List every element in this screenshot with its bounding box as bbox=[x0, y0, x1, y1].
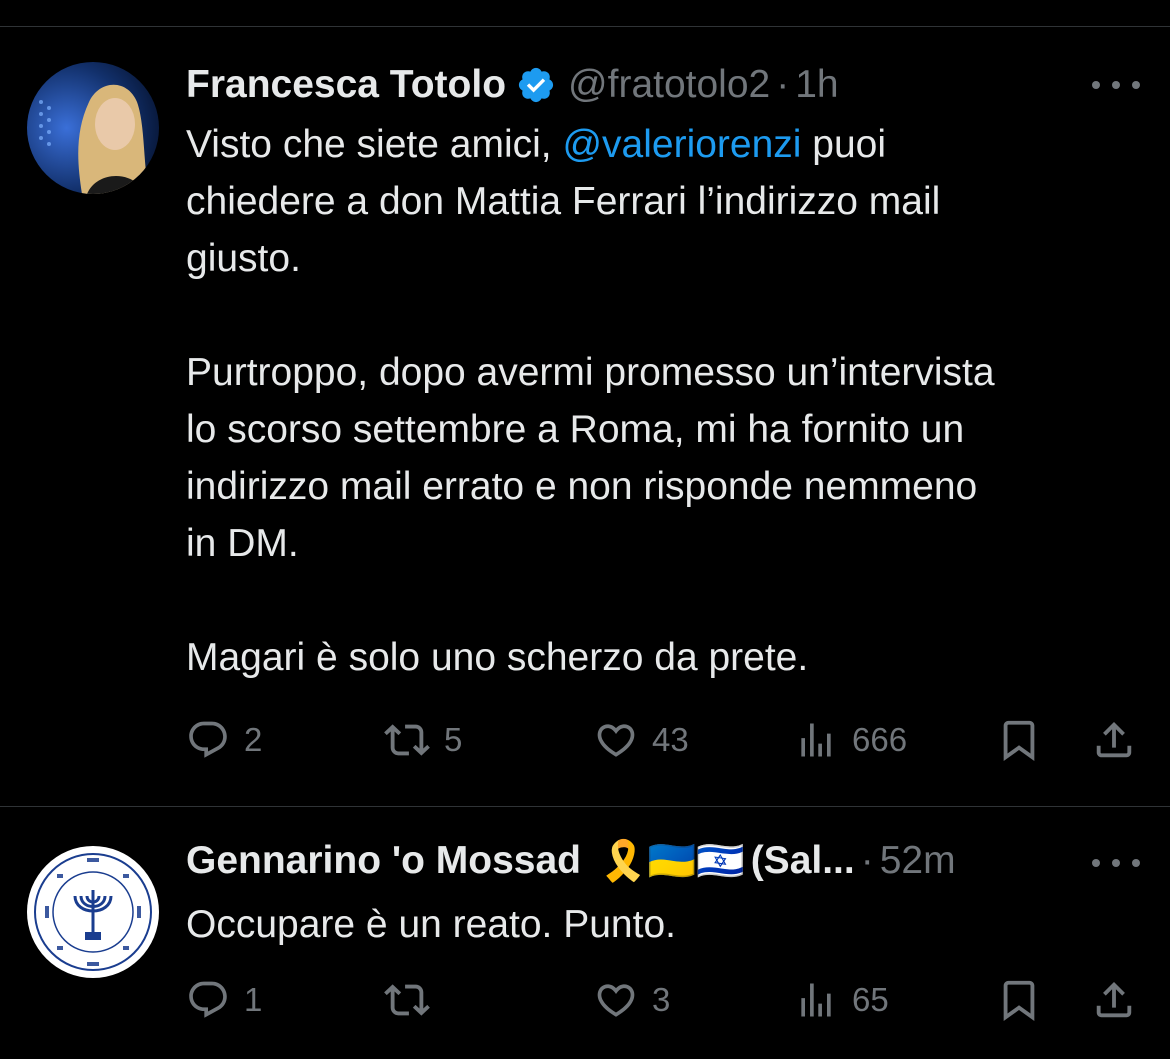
avatar-image bbox=[27, 62, 159, 194]
views-icon bbox=[801, 983, 831, 1017]
like-count: 3 bbox=[652, 981, 671, 1018]
reply-button[interactable]: 1 bbox=[186, 975, 262, 1025]
bookmark-button[interactable] bbox=[996, 715, 1042, 765]
seal-logo-icon bbox=[29, 848, 157, 976]
author-handle[interactable]: @fratotolo2 bbox=[568, 63, 770, 107]
action-bar: 1 3 65 bbox=[186, 975, 1146, 1025]
views-count: 65 bbox=[852, 981, 889, 1018]
heart-icon bbox=[597, 984, 635, 1017]
mention-link[interactable]: @valeriorenzi bbox=[562, 123, 801, 166]
tweet-time[interactable]: 1h bbox=[795, 63, 838, 107]
views-count: 666 bbox=[852, 721, 908, 758]
reply-icon bbox=[189, 721, 227, 758]
share-icon bbox=[1096, 721, 1132, 758]
avatar[interactable] bbox=[27, 846, 159, 978]
bookmark-icon bbox=[1003, 980, 1035, 1021]
tweet-header: Francesca Totolo @fratotolo2 · 1h bbox=[186, 60, 1050, 110]
more-options-icon[interactable] bbox=[1092, 70, 1140, 100]
repost-count: 5 bbox=[444, 721, 463, 758]
reply-icon bbox=[189, 981, 227, 1018]
top-divider bbox=[0, 26, 1170, 27]
share-button[interactable] bbox=[1091, 715, 1137, 765]
heart-icon bbox=[597, 724, 635, 757]
tweet-header: Gennarino 'o Mossad 🎗️🇺🇦🇮🇱 (Sal... · 52m bbox=[186, 836, 1045, 886]
like-button[interactable]: 3 bbox=[594, 975, 670, 1025]
repost-button[interactable] bbox=[384, 975, 444, 1025]
author-name[interactable]: Francesca Totolo bbox=[186, 63, 506, 107]
like-count: 43 bbox=[652, 721, 689, 758]
reply-count: 1 bbox=[244, 981, 263, 1018]
repost-icon bbox=[384, 984, 430, 1016]
author-emojis: 🎗️🇺🇦🇮🇱 bbox=[599, 840, 745, 883]
share-icon bbox=[1096, 981, 1132, 1018]
verified-badge-icon bbox=[516, 65, 556, 105]
tweet-time[interactable]: 52m bbox=[880, 839, 956, 883]
views-button[interactable]: 666 bbox=[794, 715, 907, 765]
views-icon bbox=[801, 723, 831, 757]
repost-icon bbox=[384, 724, 430, 756]
tweet-text-part: puoi chiedere a don Mattia Ferrari l’ind… bbox=[186, 123, 995, 679]
views-button[interactable]: 65 bbox=[794, 975, 889, 1025]
like-button[interactable]: 43 bbox=[594, 715, 689, 765]
tweet-divider bbox=[0, 806, 1170, 807]
separator-dot: · bbox=[776, 63, 790, 106]
tweet-text-part: Visto che siete amici, bbox=[186, 123, 563, 166]
more-options-icon[interactable] bbox=[1092, 848, 1140, 878]
action-bar: 2 5 43 666 bbox=[186, 715, 1146, 765]
tweet-text: Occupare è un reato. Punto. bbox=[186, 903, 676, 946]
reply-count: 2 bbox=[244, 721, 263, 758]
tweet-text: Visto che siete amici, @valeriorenzi puo… bbox=[186, 116, 1146, 686]
bookmark-icon bbox=[1003, 720, 1035, 761]
author-name-suffix[interactable]: (Sal... bbox=[751, 839, 855, 883]
reply-button[interactable]: 2 bbox=[186, 715, 262, 765]
share-button[interactable] bbox=[1091, 975, 1137, 1025]
repost-button[interactable]: 5 bbox=[384, 715, 462, 765]
separator-dot: · bbox=[860, 839, 874, 882]
avatar[interactable] bbox=[27, 62, 159, 194]
bookmark-button[interactable] bbox=[996, 975, 1042, 1025]
author-name[interactable]: Gennarino 'o Mossad bbox=[186, 839, 581, 883]
